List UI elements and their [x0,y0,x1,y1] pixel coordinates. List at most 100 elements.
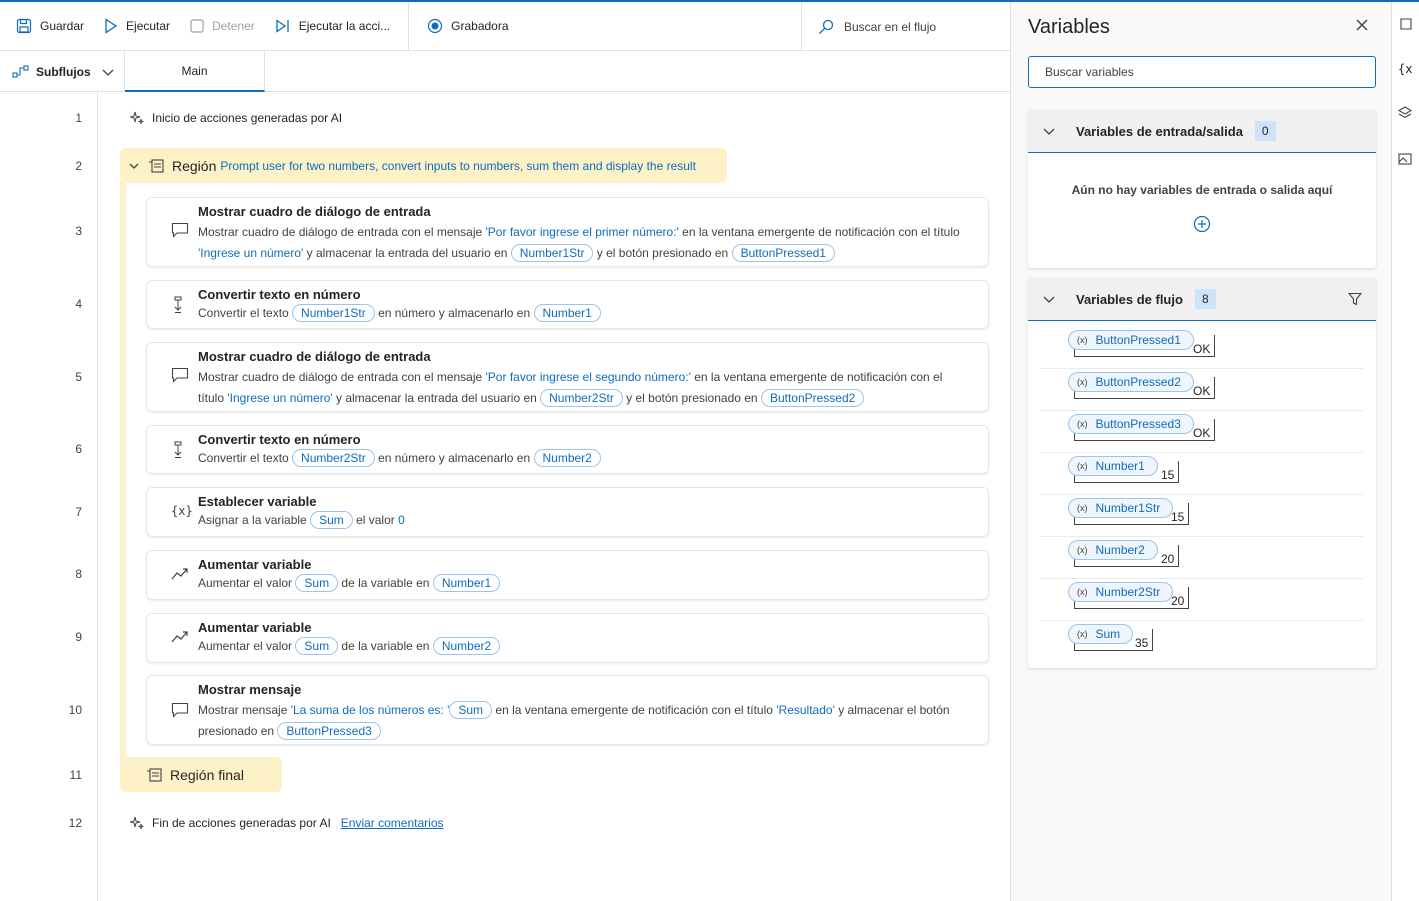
action-card-set-variable[interactable]: {x} Establecer variable Asignar a la var… [146,487,989,537]
variable-pill[interactable]: Number1Str [510,244,594,262]
variable-pill[interactable]: ButtonPressed1 [731,244,835,262]
variable-chip[interactable]: (x) ButtonPressed1 [1068,330,1194,350]
variable-pill[interactable]: Number1 [432,574,501,592]
variable-pill[interactable]: ButtonPressed2 [760,389,865,407]
region-icon [149,158,164,173]
desc-text: Aumentar el valor [198,576,296,590]
io-section-header[interactable]: Variables de entrada/salida 0 [1028,110,1376,153]
desc-text: y almacenar la entrada del usuario en [332,391,541,405]
variable-chip[interactable]: (x) Number2Str [1068,582,1174,602]
ai-end-row[interactable]: Fin de acciones generadas por AI Enviar … [130,816,444,830]
variable-pill[interactable]: Number2 [533,449,601,467]
add-io-variable-button[interactable] [1028,215,1376,238]
variable-pill[interactable]: Sum [310,511,353,529]
desc-literal: 'Por favor ingrese el segundo número:' [485,370,691,384]
tab-main-label: Main [181,63,208,78]
variables-rail-button[interactable]: {x [1398,62,1412,76]
subflows-icon [12,64,29,78]
list-item[interactable]: 15 (x) Number1Str [1040,495,1364,537]
desc-text: Mostrar cuadro de diálogo de entrada con… [198,370,486,384]
action-card-increase-variable[interactable]: Aumentar variable Aumentar el valor Sum … [146,613,989,663]
variable-pill[interactable]: Number2Str [292,449,375,467]
region-end[interactable]: Región final [120,757,282,792]
list-item[interactable]: 20 (x) Number2Str [1040,579,1364,621]
variable-pill[interactable]: Number1Str [292,304,375,322]
variable-chip[interactable]: (x) ButtonPressed2 [1068,372,1194,392]
close-panel-button[interactable] [1355,16,1369,37]
variable-chip[interactable]: (x) Number2 [1068,540,1158,560]
run-button[interactable]: Ejecutar [92,2,178,50]
sparkle-icon [130,816,144,830]
collapse-chevron-icon[interactable] [128,160,140,172]
variable-pill[interactable]: Sum [295,637,339,655]
convert-number-icon [171,296,185,317]
variable-chip[interactable]: (x) ButtonPressed3 [1068,414,1194,434]
region-end-label: Región final [170,766,244,783]
variable-pill[interactable]: Number2Str [540,389,623,407]
action-card-display-message[interactable]: Mostrar mensaje Mostrar mensaje 'La suma… [146,675,989,745]
list-item[interactable]: 35 (x) Sum [1040,621,1364,663]
ai-start-row[interactable]: Inicio de acciones generadas por AI [130,111,342,125]
desc-text: y el botón presionado en [593,246,732,260]
tab-main[interactable]: Main [125,51,265,92]
flow-search-input[interactable]: Buscar en el flujo [801,2,1010,51]
list-item[interactable]: 15 (x) Number1 [1040,453,1364,495]
variables-panel: Variables Buscar variables Variables de … [1010,2,1391,901]
action-description: Convertir el texto Number1Str en número … [198,303,968,324]
right-rail: {x [1391,2,1419,901]
list-item[interactable]: 20 (x) Number2 [1040,537,1364,579]
desc-text: Convertir el texto [198,451,293,465]
action-description: Convertir el texto Number2Str en número … [198,448,968,469]
trend-up-icon [171,630,189,647]
list-item[interactable]: OK (x) ButtonPressed1 [1040,327,1364,369]
io-empty-message: Aún no hay variables de entrada o salida… [1071,183,1333,197]
list-item[interactable]: OK (x) ButtonPressed2 [1040,369,1364,411]
action-card-display-input-dialog[interactable]: Mostrar cuadro de diálogo de entrada Mos… [146,197,989,267]
action-description: Mostrar cuadro de diálogo de entrada con… [198,222,968,264]
filter-icon[interactable] [1348,292,1362,306]
subflows-dropdown[interactable]: Subflujos [0,51,125,92]
variables-search-input[interactable]: Buscar variables [1028,56,1376,88]
images-icon[interactable] [1398,152,1412,169]
variable-pill[interactable]: ButtonPressed3 [277,722,381,740]
list-item[interactable]: OK (x) ButtonPressed3 [1040,411,1364,453]
flow-section-header[interactable]: Variables de flujo 8 [1028,278,1376,321]
line-number-gutter: 1 2 3 4 5 6 7 8 9 10 11 12 [0,92,98,901]
io-count-badge: 0 [1254,121,1276,141]
send-feedback-link[interactable]: Enviar comentarios [341,816,444,830]
line-number: 4 [75,297,82,311]
variable-pill[interactable]: Sum [295,574,339,592]
io-variables-section: Variables de entrada/salida 0 Aún no hay… [1028,110,1376,268]
action-card-display-input-dialog[interactable]: Mostrar cuadro de diálogo de entrada Mos… [146,342,989,412]
desc-text: en la ventana emergente de notificación … [678,225,960,239]
action-card-convert-text-to-number[interactable]: Convertir texto en número Convertir el t… [146,425,989,474]
variable-pill[interactable]: Number1 [533,304,601,322]
stop-button[interactable]: Detener [178,2,263,50]
variable-pill[interactable]: Number2 [432,637,501,655]
action-title: Establecer variable [198,494,317,509]
assistant-icon[interactable] [1398,18,1412,37]
variable-chip[interactable]: (x) Number1Str [1068,498,1174,518]
action-title: Convertir texto en número [198,432,361,447]
action-title: Mostrar cuadro de diálogo de entrada [198,204,431,219]
save-button[interactable]: Guardar [0,2,92,50]
variable-icon: (x) [1077,587,1088,597]
variables-search-placeholder: Buscar variables [1045,65,1134,79]
action-card-increase-variable[interactable]: Aumentar variable Aumentar el valor Sum … [146,550,989,600]
action-card-convert-text-to-number[interactable]: Convertir texto en número Convertir el t… [146,280,989,329]
io-section-label: Variables de entrada/salida [1076,123,1243,139]
run-next-action-button[interactable]: Ejecutar la acci... [263,2,398,50]
variable-icon: (x) [1077,377,1088,387]
variable-chip[interactable]: (x) Number1 [1068,456,1158,476]
desc-text: y almacenar la entrada del usuario en [303,246,511,260]
action-description: Aumentar el valor Sum de la variable en … [198,636,968,657]
close-icon [1356,19,1368,31]
region-header[interactable]: Región Prompt user for two numbers, conv… [120,148,727,183]
region-icon [147,767,162,782]
recorder-button[interactable]: Grabadora [419,2,516,50]
layers-icon[interactable] [1397,106,1413,123]
variable-pill[interactable]: Sum [449,701,493,719]
flow-search-placeholder: Buscar en el flujo [844,19,937,34]
message-icon [171,702,189,721]
variable-chip[interactable]: (x) Sum [1068,624,1134,644]
